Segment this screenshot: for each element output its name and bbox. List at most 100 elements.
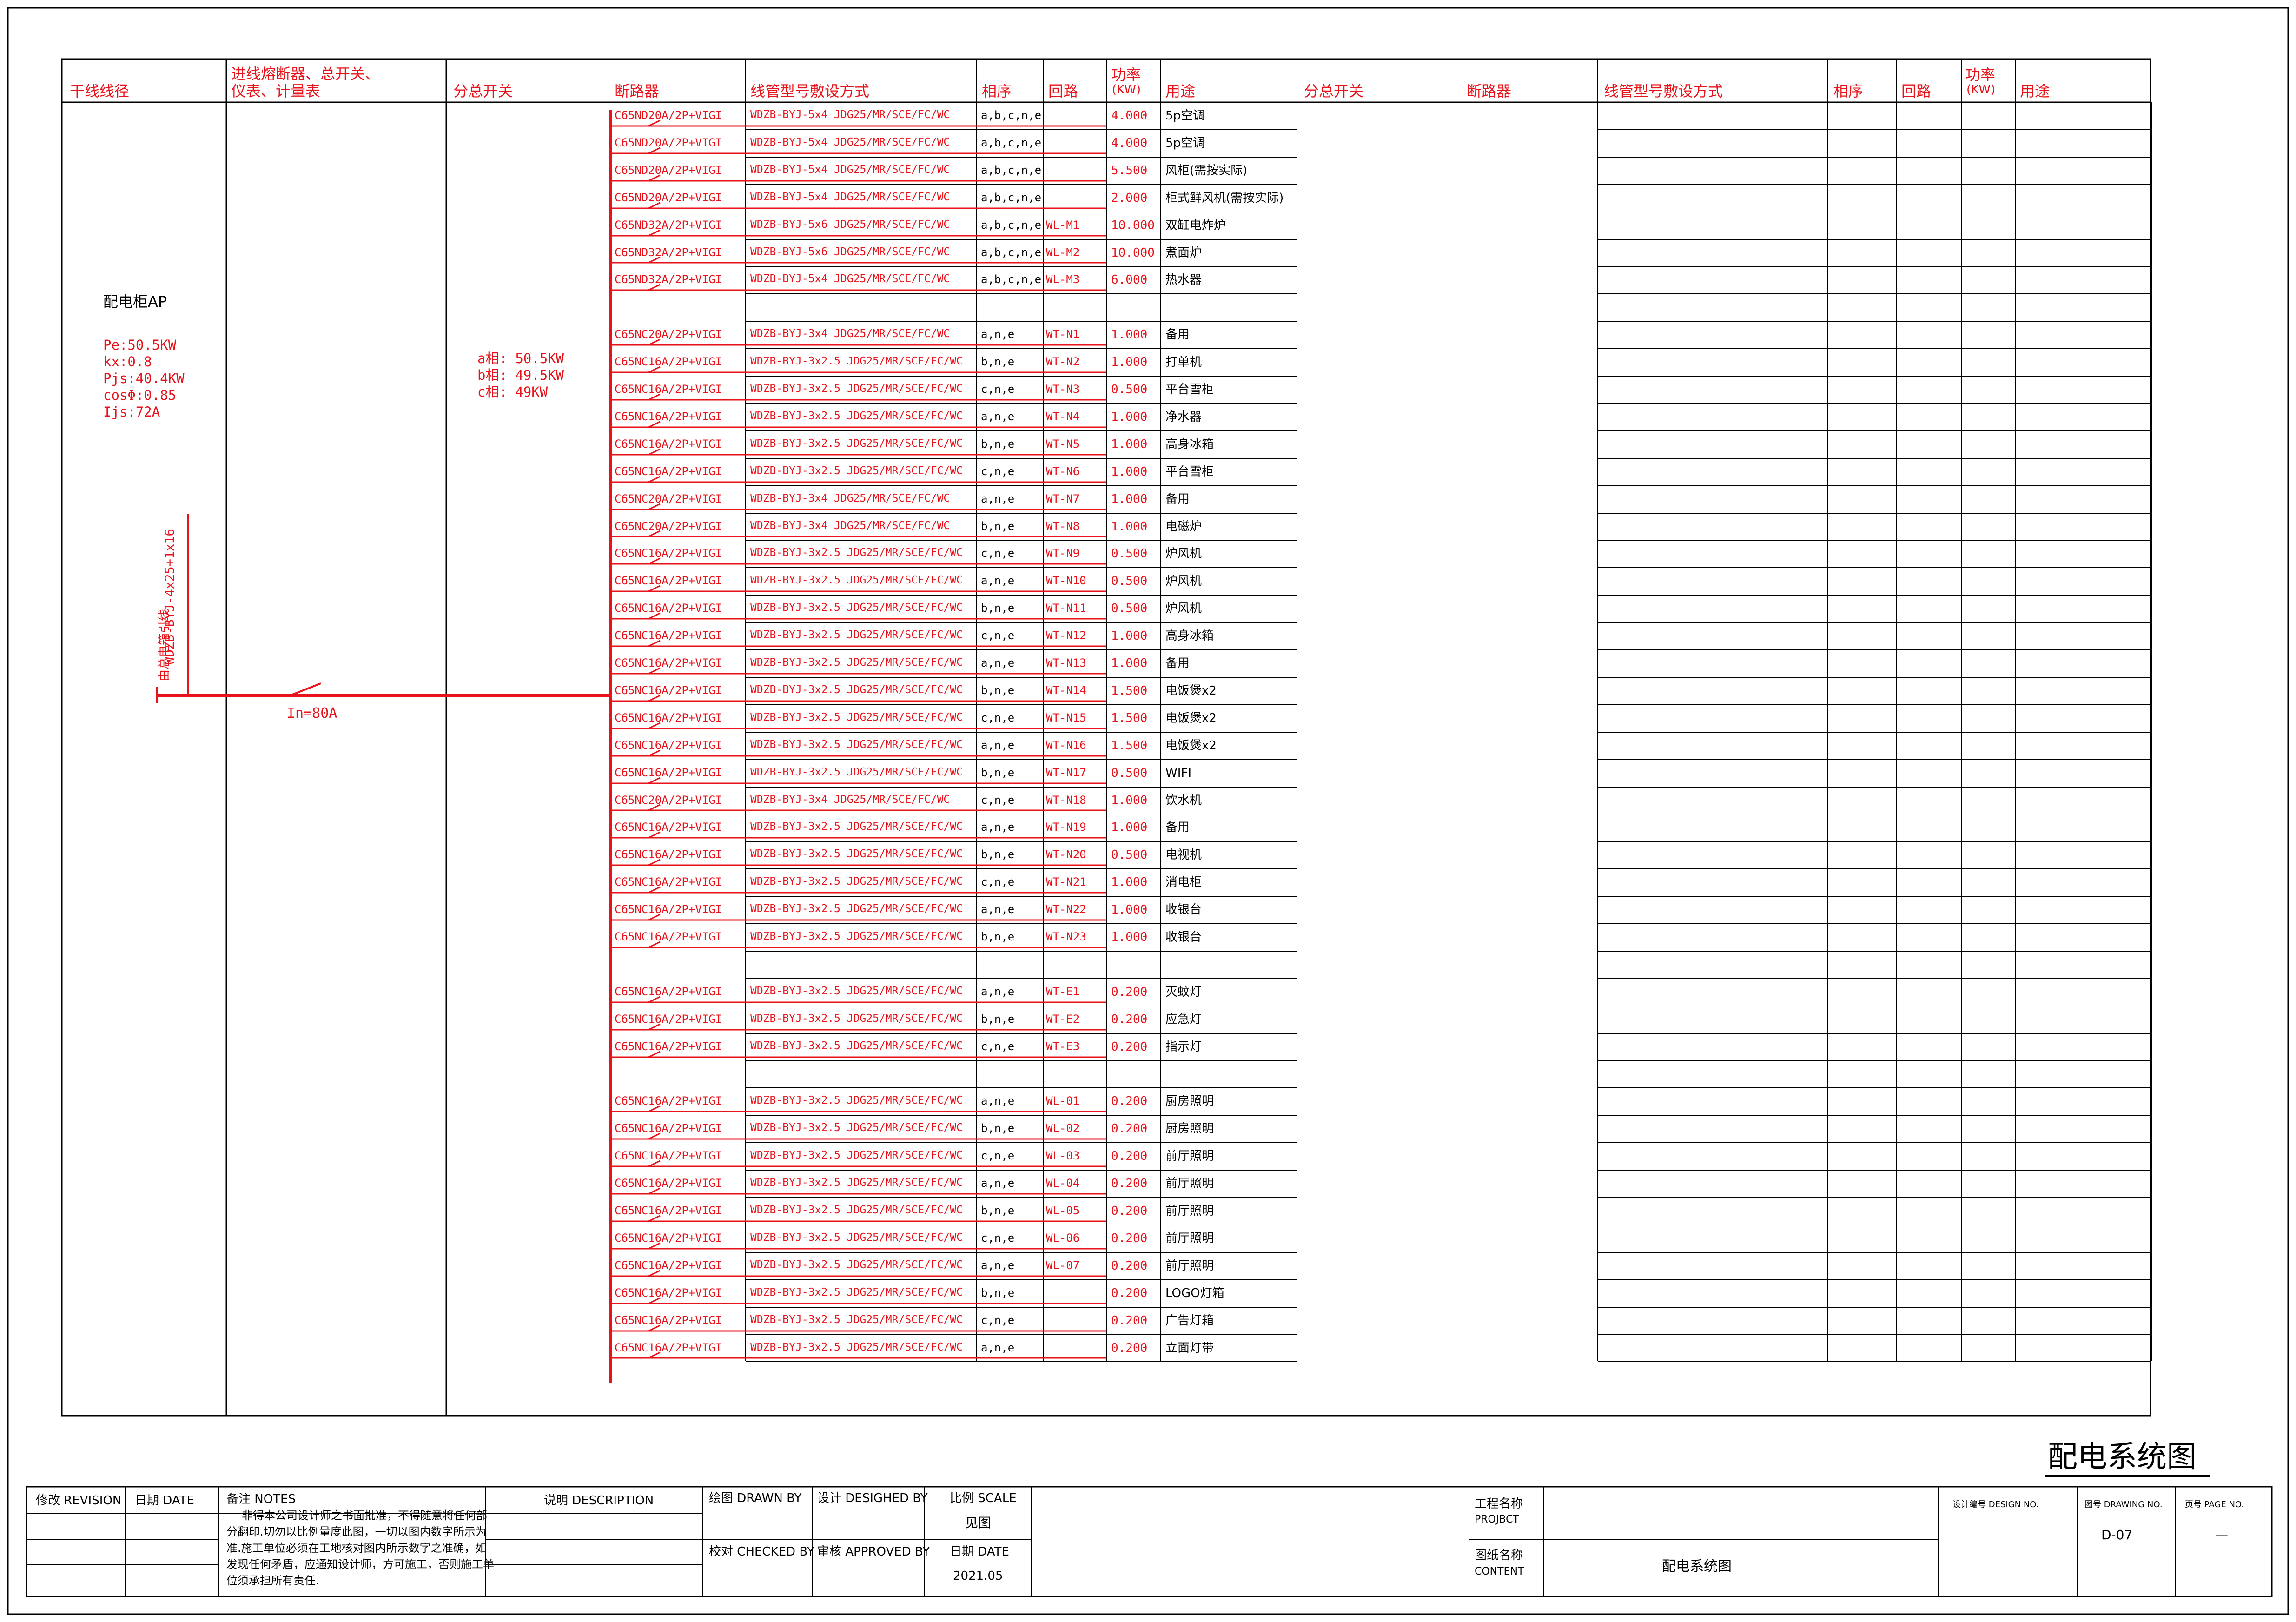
cable-label: WDZB-BYJ-3x4 JDG25/MR/SCE/FC/WC	[750, 492, 950, 504]
header-incoming-line1: 进线熔断器、总开关、	[231, 65, 380, 83]
phase-label: a,b,c,n,e	[981, 273, 1042, 286]
usage-label: 厨房照明	[1165, 1094, 1214, 1108]
circuit-label: WT-N18	[1046, 794, 1086, 807]
power-label: 0.500	[1111, 547, 1148, 561]
power-label: 5.500	[1111, 164, 1148, 178]
tb-drawing-no-value: D-07	[2101, 1527, 2133, 1543]
tb-designed-by: 设计 DESIGHED BY	[817, 1491, 928, 1505]
breaker-label: C65NC16A/2P+VIGI	[615, 1040, 722, 1053]
usage-label: 炉风机	[1165, 547, 1202, 561]
breaker-label: C65NC16A/2P+VIGI	[615, 1094, 722, 1107]
cable-label: WDZB-BYJ-3x2.5 JDG25/MR/SCE/FC/WC	[750, 903, 963, 915]
power-label: 0.200	[1111, 1286, 1148, 1300]
circuit-label: WL-02	[1046, 1122, 1080, 1135]
tb-notes-label: 备注 NOTES	[226, 1492, 296, 1506]
breaker-label: C65ND32A/2P+VIGI	[615, 246, 722, 259]
phase-label: a,n,e	[981, 1341, 1015, 1354]
tb-drawn-by: 绘图 DRAWN BY	[709, 1491, 802, 1505]
circuit-label: WT-N9	[1046, 547, 1080, 560]
cable-label: WDZB-BYJ-3x2.5 JDG25/MR/SCE/FC/WC	[750, 437, 963, 450]
phase-label: b,n,e	[981, 602, 1015, 615]
power-label: 0.200	[1111, 1259, 1148, 1273]
usage-label: 厨房照明	[1165, 1122, 1214, 1136]
cable-label: WDZB-BYJ-3x2.5 JDG25/MR/SCE/FC/WC	[750, 1122, 963, 1134]
circuit-label: WT-N17	[1046, 766, 1086, 779]
phase-label: a,n,e	[981, 739, 1015, 752]
cable-label: WDZB-BYJ-3x4 JDG25/MR/SCE/FC/WC	[750, 794, 950, 806]
header-sub-switch: 分总开关	[453, 82, 513, 100]
breaker-label: C65NC16A/2P+VIGI	[615, 547, 722, 560]
breaker-label: C65NC16A/2P+VIGI	[615, 410, 722, 423]
circuit-label: WT-E1	[1046, 985, 1080, 998]
header-trunk: 干线线径	[70, 82, 130, 100]
usage-label: 电视机	[1165, 848, 1202, 862]
usage-label: 电磁炉	[1165, 520, 1202, 534]
phase-label: a,b,c,n,e	[981, 164, 1042, 177]
cable-label: WDZB-BYJ-3x2.5 JDG25/MR/SCE/FC/WC	[750, 766, 963, 778]
drawing-title: 配电系统图	[2048, 1440, 2197, 1474]
circuit-label: WT-N4	[1046, 410, 1080, 423]
power-label: 2.000	[1111, 191, 1148, 205]
breaker-label: C65NC20A/2P+VIGI	[615, 520, 722, 533]
drawing-sheet	[7, 7, 2289, 1615]
cable-label: WDZB-BYJ-3x2.5 JDG25/MR/SCE/FC/WC	[750, 410, 963, 422]
circuit-label: WL-07	[1046, 1259, 1080, 1272]
breaker-label: C65NC16A/2P+VIGI	[615, 1341, 722, 1354]
circuit-label: WT-N19	[1046, 821, 1086, 834]
circuit-label: WT-N3	[1046, 383, 1080, 396]
phase-label: b,n,e	[981, 930, 1015, 943]
phase-label: c,n,e	[981, 875, 1015, 888]
phase-label: a,n,e	[981, 574, 1015, 587]
cable-label: WDZB-BYJ-3x2.5 JDG25/MR/SCE/FC/WC	[750, 602, 963, 614]
tb-scale-value: 见图	[965, 1515, 992, 1530]
circuit-label: WT-N23	[1046, 930, 1086, 943]
breaker-label: C65NC16A/2P+VIGI	[615, 1204, 722, 1217]
breaker-label: C65ND20A/2P+VIGI	[615, 109, 722, 122]
circuit-label: WT-N10	[1046, 574, 1086, 587]
tb-checked-by: 校对 CHECKED BY	[709, 1545, 814, 1559]
circuit-label: WT-N14	[1046, 684, 1086, 697]
tb-revision: 修改 REVISION	[36, 1494, 122, 1508]
phase-label: c,n,e	[981, 1231, 1015, 1245]
phase-load-c: c相: 49KW	[477, 384, 548, 400]
breaker-label: C65NC16A/2P+VIGI	[615, 684, 722, 697]
cable-label: WDZB-BYJ-5x4 JDG25/MR/SCE/FC/WC	[750, 136, 950, 148]
breaker-label: C65NC20A/2P+VIGI	[615, 328, 722, 341]
phase-label: b,n,e	[981, 684, 1015, 697]
usage-label: 平台雪柜	[1165, 465, 1214, 479]
usage-label: 备用	[1165, 492, 1190, 506]
tb-page-no-label: 页号 PAGE NO.	[2185, 1500, 2244, 1509]
phase-label: b,n,e	[981, 520, 1015, 533]
phase-label: b,n,e	[981, 766, 1015, 779]
phase-label: c,n,e	[981, 465, 1015, 478]
circuit-label: WT-N12	[1046, 629, 1086, 642]
circuit-label: WT-E3	[1046, 1040, 1080, 1053]
panel-pe: Pe:50.5KW	[103, 337, 177, 353]
breaker-label: C65NC20A/2P+VIGI	[615, 492, 722, 505]
breaker-label: C65NC16A/2P+VIGI	[615, 848, 722, 861]
breaker-label: C65NC16A/2P+VIGI	[615, 711, 722, 724]
phase-label: a,n,e	[981, 985, 1015, 998]
header-circuit: 回路	[1048, 82, 1079, 100]
usage-label: 前厅照明	[1165, 1149, 1214, 1163]
tb-notes-line5: 位须承担所有责任.	[226, 1574, 319, 1587]
circuit-label: WT-N7	[1046, 492, 1080, 505]
cable-label: WDZB-BYJ-3x2.5 JDG25/MR/SCE/FC/WC	[750, 1040, 963, 1052]
cable-label: WDZB-BYJ-3x2.5 JDG25/MR/SCE/FC/WC	[750, 1013, 963, 1025]
breaker-label: C65NC16A/2P+VIGI	[615, 574, 722, 587]
tb-description: 说明 DESCRIPTION	[544, 1494, 654, 1508]
circuit-label: WT-N15	[1046, 711, 1086, 724]
usage-label: 指示灯	[1165, 1040, 1202, 1054]
breaker-label: C65NC16A/2P+VIGI	[615, 1013, 722, 1026]
breaker-label: C65NC16A/2P+VIGI	[615, 1286, 722, 1299]
phase-label: c,n,e	[981, 1149, 1015, 1162]
breaker-label: C65NC16A/2P+VIGI	[615, 465, 722, 478]
usage-label: 风柜(需按实际)	[1165, 164, 1248, 178]
breaker-label: C65NC16A/2P+VIGI	[615, 1231, 722, 1245]
cable-label: WDZB-BYJ-3x2.5 JDG25/MR/SCE/FC/WC	[750, 656, 963, 669]
usage-label: 应急灯	[1165, 1013, 1202, 1026]
usage-label: 备用	[1165, 656, 1190, 670]
power-label: 0.500	[1111, 766, 1148, 780]
tb-drawing-no-label: 图号 DRAWING NO.	[2084, 1500, 2163, 1509]
cable-label: WDZB-BYJ-3x2.5 JDG25/MR/SCE/FC/WC	[750, 875, 963, 887]
